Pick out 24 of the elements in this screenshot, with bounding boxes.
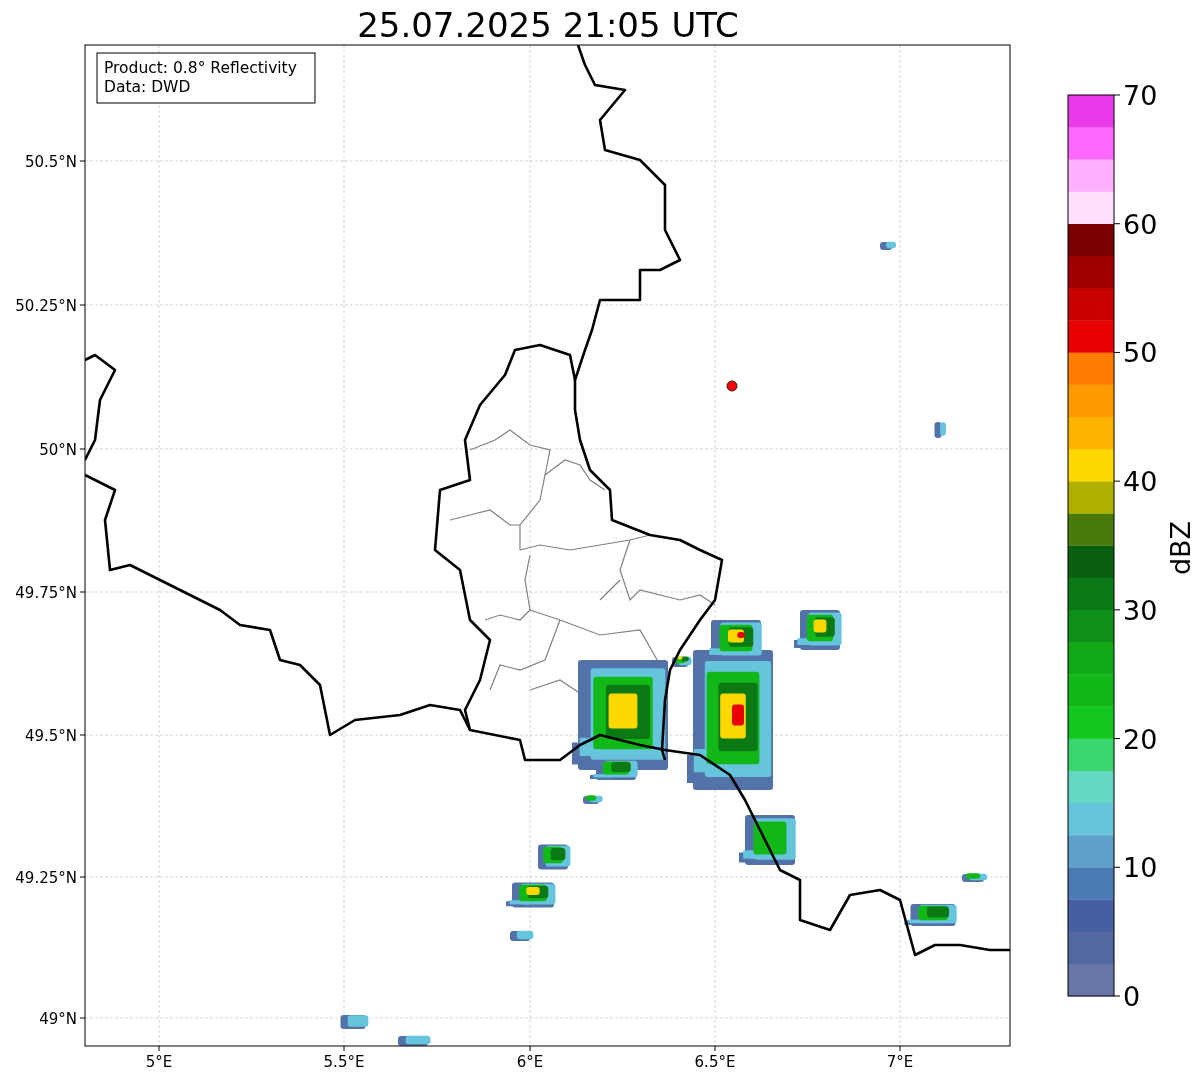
scale-title: dBZ <box>1165 520 1196 576</box>
scale-tick-label: 10 <box>1123 852 1158 884</box>
scale-tick-label: 60 <box>1123 208 1158 240</box>
longitude-label: 6°E <box>516 1053 544 1071</box>
latitude-label: 49.75°N <box>15 584 77 602</box>
longitude-label: 5.5°E <box>323 1053 365 1071</box>
scale-tick-label: 20 <box>1123 723 1158 755</box>
scale-tick-label: 50 <box>1123 337 1158 369</box>
info-text: Data: DWD <box>104 78 191 96</box>
scale-tick-label: 30 <box>1123 594 1158 626</box>
chart-title: 25.07.2025 21:05 UTC <box>357 5 739 45</box>
latitude-label: 50.5°N <box>24 153 77 171</box>
latitude-label: 49.25°N <box>15 869 77 887</box>
latitude-label: 50.25°N <box>15 297 77 315</box>
scale-tick-label: 0 <box>1123 981 1141 1012</box>
scale-tick-label: 40 <box>1123 466 1158 498</box>
longitude-label: 6.5°E <box>694 1053 736 1071</box>
latitude-label: 50°N <box>39 441 77 459</box>
latitude-label: 49.5°N <box>24 727 77 745</box>
longitude-label: 7°E <box>886 1053 914 1071</box>
info-text: Product: 0.8° Reflectivity <box>104 59 297 77</box>
longitude-label: 5°E <box>145 1053 173 1071</box>
latitude-label: 49°N <box>39 1010 77 1028</box>
scale-tick-label: 70 <box>1123 80 1158 111</box>
